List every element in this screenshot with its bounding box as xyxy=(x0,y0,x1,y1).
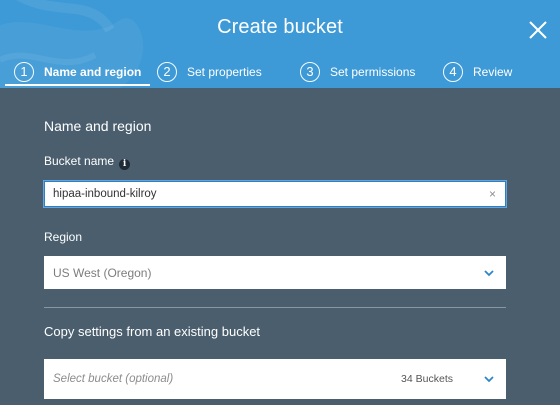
step-label: Set properties xyxy=(187,65,262,79)
modal-header: Create bucket 1 Name and region 2 Set pr… xyxy=(0,0,560,88)
region-label: Region xyxy=(44,230,83,244)
copy-bucket-select[interactable]: Select bucket (optional) 34 Buckets xyxy=(44,359,506,399)
bucket-count: 34 Buckets xyxy=(401,373,453,385)
bucket-name-field[interactable]: × xyxy=(44,181,506,207)
step-review[interactable]: 4 Review xyxy=(443,58,512,86)
section-title: Name and region xyxy=(44,118,152,134)
bucket-name-label-text: Bucket name xyxy=(44,154,115,168)
info-icon[interactable]: i xyxy=(119,159,131,170)
step-set-permissions[interactable]: 3 Set permissions xyxy=(300,58,415,86)
step-number: 1 xyxy=(14,62,34,82)
section-divider xyxy=(44,307,506,308)
step-set-properties[interactable]: 2 Set properties xyxy=(157,58,262,86)
active-step-indicator xyxy=(5,84,150,86)
bucket-name-input[interactable] xyxy=(45,182,475,206)
chevron-down-icon xyxy=(484,269,494,276)
copy-bucket-placeholder: Select bucket (optional) xyxy=(53,373,174,385)
step-name-and-region[interactable]: 1 Name and region xyxy=(14,58,141,86)
step-number: 2 xyxy=(157,62,177,82)
clear-input-icon[interactable]: × xyxy=(489,187,496,201)
step-label: Name and region xyxy=(44,65,142,79)
step-number: 4 xyxy=(443,62,463,82)
step-number: 3 xyxy=(300,62,320,82)
step-label: Set permissions xyxy=(330,65,416,79)
step-label: Review xyxy=(473,65,513,79)
modal-title: Create bucket xyxy=(217,16,343,38)
region-select[interactable]: US West (Oregon) xyxy=(44,256,506,289)
copy-settings-title: Copy settings from an existing bucket xyxy=(44,324,261,339)
chevron-down-icon xyxy=(484,376,494,383)
bucket-name-label: Bucket name i xyxy=(44,154,131,170)
close-icon[interactable] xyxy=(525,17,551,43)
region-selected-value: US West (Oregon) xyxy=(53,265,152,280)
